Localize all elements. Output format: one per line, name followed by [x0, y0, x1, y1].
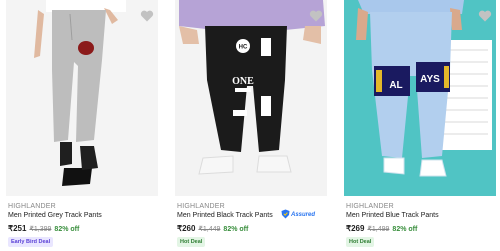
discount-percent: 82% off [392, 226, 418, 233]
discount-percent: 82% off [54, 226, 80, 233]
svg-text:HC: HC [239, 45, 248, 51]
product-card[interactable]: HIGHLANDER Men Printed Grey Track Pants … [6, 0, 158, 251]
svg-text:AL: AL [389, 80, 402, 91]
price-row: ₹269 ₹1,499 82% off [346, 224, 417, 233]
heart-icon[interactable] [140, 9, 154, 23]
deal-badge: Hot Deal [346, 237, 375, 247]
product-brand: HIGHLANDER [346, 203, 394, 210]
product-card[interactable]: AL AYS HIGHLANDER Men Printed Blue Track… [344, 0, 496, 251]
assured-label: Assured [291, 212, 316, 218]
price-row: ₹260 ₹1,449 82% off [177, 224, 248, 233]
product-brand: HIGHLANDER [177, 203, 225, 210]
product-title[interactable]: Men Printed Black Track Pants [177, 212, 273, 219]
assured-badge: Assured [281, 209, 316, 220]
selling-price: ₹251 [8, 224, 27, 233]
assured-badge-icon [281, 206, 290, 224]
original-price: ₹1,399 [29, 226, 52, 233]
product-title[interactable]: Men Printed Grey Track Pants [8, 212, 102, 219]
product-brand: HIGHLANDER [8, 203, 56, 210]
original-price: ₹1,449 [198, 226, 221, 233]
deal-badge: Hot Deal [177, 237, 206, 247]
heart-icon[interactable] [309, 9, 323, 23]
svg-text:ONE: ONE [232, 76, 254, 87]
selling-price: ₹269 [346, 224, 365, 233]
product-title[interactable]: Men Printed Blue Track Pants [346, 212, 439, 219]
product-grid: HIGHLANDER Men Printed Grey Track Pants … [0, 0, 500, 251]
selling-price: ₹260 [177, 224, 196, 233]
product-image[interactable]: AL AYS [344, 0, 496, 196]
deal-badge: Early Bird Deal [8, 237, 54, 247]
product-image[interactable] [6, 0, 158, 196]
original-price: ₹1,499 [367, 226, 390, 233]
heart-icon[interactable] [478, 9, 492, 23]
product-image[interactable]: HC ONE [175, 0, 327, 196]
discount-percent: 82% off [223, 226, 249, 233]
product-card[interactable]: HC ONE HIGHLANDER Men Printed Black Trac… [175, 0, 327, 251]
svg-text:AYS: AYS [420, 74, 440, 85]
price-row: ₹251 ₹1,399 82% off [8, 224, 79, 233]
